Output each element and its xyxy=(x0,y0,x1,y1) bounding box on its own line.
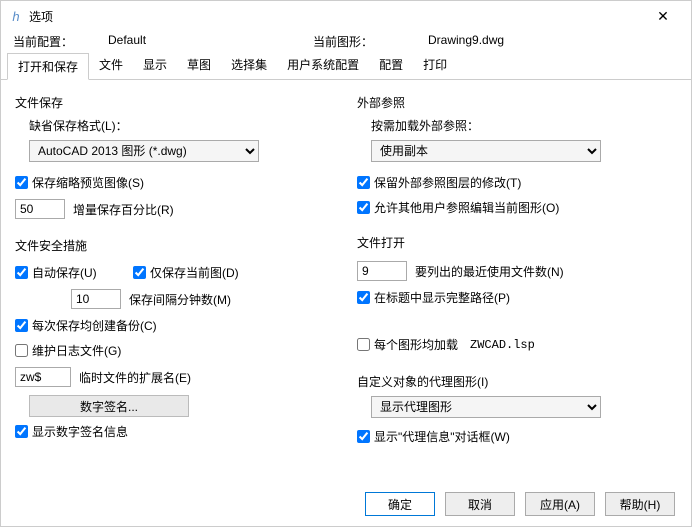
tab-user-prefs[interactable]: 用户系统配置 xyxy=(277,52,369,79)
show-sig-info-input[interactable] xyxy=(15,425,28,438)
save-thumbnail-input[interactable] xyxy=(15,176,28,189)
save-current-only-input[interactable] xyxy=(133,266,146,279)
titlebar: h 选项 ✕ xyxy=(1,1,691,31)
tab-files[interactable]: 文件 xyxy=(89,52,133,79)
save-current-only-checkbox[interactable]: 仅保存当前图(D) xyxy=(133,264,239,281)
info-row: 当前配置： Default 当前图形： Drawing9.dwg xyxy=(1,31,691,52)
tab-content: 文件保存 缺省保存格式(L)： AutoCAD 2013 图形 (*.dwg) … xyxy=(1,80,691,482)
maintain-log-checkbox[interactable]: 维护日志文件(G) xyxy=(15,342,121,359)
tab-selection[interactable]: 选择集 xyxy=(221,52,277,79)
minutes-input[interactable] xyxy=(71,289,121,309)
close-button[interactable]: ✕ xyxy=(643,8,683,25)
tab-bar: 打开和保存 文件 显示 草图 选择集 用户系统配置 配置 打印 xyxy=(1,52,691,80)
drawing-label: 当前图形： xyxy=(313,33,428,50)
dialog-buttons: 确定 取消 应用(A) 帮助(H) xyxy=(1,482,691,526)
maintain-log-input[interactable] xyxy=(15,344,28,357)
allow-others-edit-input[interactable] xyxy=(357,201,370,214)
load-lsp-checkbox[interactable]: 每个图形均加载 xyxy=(357,336,458,353)
keep-xref-layers-input[interactable] xyxy=(357,176,370,189)
app-icon: h xyxy=(9,9,23,23)
profile-value: Default xyxy=(108,33,313,50)
apply-button[interactable]: 应用(A) xyxy=(525,492,595,516)
left-column: 文件保存 缺省保存格式(L)： AutoCAD 2013 图形 (*.dwg) … xyxy=(15,90,335,476)
recent-files-input[interactable] xyxy=(357,261,407,281)
proxy-graphics-select[interactable]: 显示代理图形 xyxy=(371,396,601,418)
tab-drafting[interactable]: 草图 xyxy=(177,52,221,79)
default-format-label: 缺省保存格式(L)： xyxy=(29,117,335,134)
help-button[interactable]: 帮助(H) xyxy=(605,492,675,516)
proxy-title: 自定义对象的代理图形(I) xyxy=(357,373,677,390)
temp-ext-label: 临时文件的扩展名(E) xyxy=(79,369,191,386)
show-proxy-dialog-checkbox[interactable]: 显示"代理信息"对话框(W) xyxy=(357,428,510,445)
show-full-path-input[interactable] xyxy=(357,291,370,304)
minutes-label: 保存间隔分钟数(M) xyxy=(129,291,231,308)
auto-save-checkbox[interactable]: 自动保存(U) xyxy=(15,264,125,281)
create-backup-checkbox[interactable]: 每次保存均创建备份(C) xyxy=(15,317,157,334)
safety-title: 文件安全措施 xyxy=(15,237,335,254)
tab-plot[interactable]: 打印 xyxy=(413,52,457,79)
lsp-filename: ZWCAD.lsp xyxy=(470,338,535,352)
tab-profiles[interactable]: 配置 xyxy=(369,52,413,79)
drawing-value: Drawing9.dwg xyxy=(428,33,504,50)
ok-button[interactable]: 确定 xyxy=(365,492,435,516)
auto-save-input[interactable] xyxy=(15,266,28,279)
xref-title: 外部参照 xyxy=(357,94,677,111)
digital-signature-button[interactable]: 数字签名... xyxy=(29,395,189,417)
tab-open-save[interactable]: 打开和保存 xyxy=(7,53,89,80)
save-thumbnail-checkbox[interactable]: 保存缩略预览图像(S) xyxy=(15,174,144,191)
show-proxy-dialog-input[interactable] xyxy=(357,430,370,443)
allow-others-edit-checkbox[interactable]: 允许其他用户参照编辑当前图形(O) xyxy=(357,199,559,216)
recent-files-label: 要列出的最近使用文件数(N) xyxy=(415,263,564,280)
incremental-save-label: 增量保存百分比(R) xyxy=(73,201,174,218)
save-format-select[interactable]: AutoCAD 2013 图形 (*.dwg) xyxy=(29,140,259,162)
file-save-title: 文件保存 xyxy=(15,94,335,111)
profile-label: 当前配置： xyxy=(13,33,108,50)
xref-load-select[interactable]: 使用副本 xyxy=(371,140,601,162)
file-open-title: 文件打开 xyxy=(357,234,677,251)
create-backup-input[interactable] xyxy=(15,319,28,332)
tab-display[interactable]: 显示 xyxy=(133,52,177,79)
xref-sub: 按需加载外部参照： xyxy=(371,117,677,134)
window-title: 选项 xyxy=(29,8,53,25)
show-sig-info-checkbox[interactable]: 显示数字签名信息 xyxy=(15,423,128,440)
show-full-path-checkbox[interactable]: 在标题中显示完整路径(P) xyxy=(357,289,510,306)
load-lsp-input[interactable] xyxy=(357,338,370,351)
temp-ext-input[interactable] xyxy=(15,367,71,387)
cancel-button[interactable]: 取消 xyxy=(445,492,515,516)
right-column: 外部参照 按需加载外部参照： 使用副本 保留外部参照图层的修改(T) 允许其他用… xyxy=(357,90,677,476)
keep-xref-layers-checkbox[interactable]: 保留外部参照图层的修改(T) xyxy=(357,174,521,191)
options-dialog: h 选项 ✕ 当前配置： Default 当前图形： Drawing9.dwg … xyxy=(0,0,692,527)
incremental-save-input[interactable] xyxy=(15,199,65,219)
